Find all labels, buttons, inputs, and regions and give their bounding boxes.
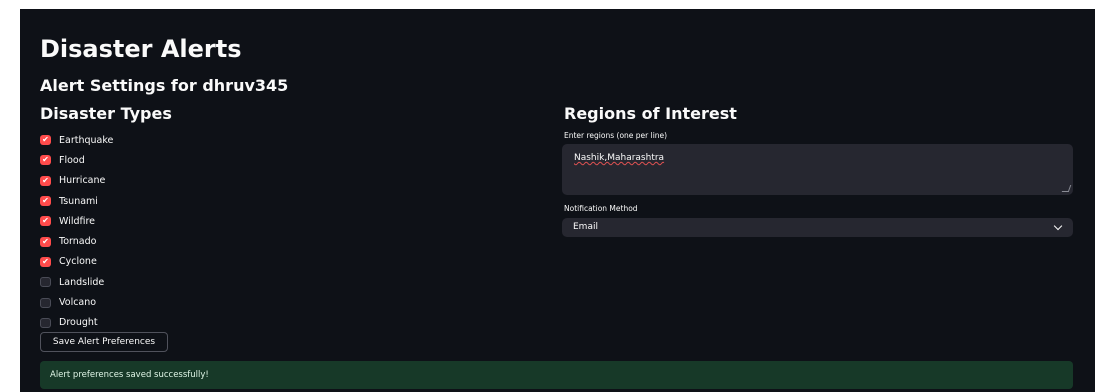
- chevron-down-icon: [1053, 221, 1063, 231]
- checkbox-volcano[interactable]: Volcano: [40, 292, 113, 312]
- checkbox-hurricane[interactable]: ✔ Hurricane: [40, 171, 113, 191]
- checkbox-label: Tornado: [59, 236, 97, 248]
- checkbox-checked-icon: ✔: [40, 175, 51, 186]
- checkbox-label: Cyclone: [59, 256, 97, 268]
- checkbox-label: Tsunami: [59, 195, 98, 207]
- checkbox-tornado[interactable]: ✔ Tornado: [40, 231, 113, 251]
- disaster-types-heading: Disaster Types: [40, 104, 172, 123]
- regions-textarea[interactable]: Nashik,Maharashtra: [562, 144, 1073, 195]
- checkbox-landslide[interactable]: Landslide: [40, 272, 113, 292]
- checkbox-label: Flood: [59, 154, 85, 166]
- save-alert-preferences-button[interactable]: Save Alert Preferences: [40, 332, 168, 352]
- checkbox-tsunami[interactable]: ✔ Tsunami: [40, 191, 113, 211]
- page-subtitle: Alert Settings for dhruv345: [40, 76, 289, 95]
- checkbox-cyclone[interactable]: ✔ Cyclone: [40, 252, 113, 272]
- checkbox-label: Volcano: [59, 297, 97, 309]
- notification-method-select[interactable]: Email: [562, 218, 1073, 237]
- checkbox-label: Earthquake: [59, 134, 114, 146]
- success-alert-message: Alert preferences saved successfully!: [50, 370, 209, 380]
- checkbox-checked-icon: ✔: [40, 216, 51, 227]
- checkbox-checked-icon: ✔: [40, 236, 51, 247]
- disaster-type-list: ✔ Earthquake ✔ Flood ✔ Hurricane ✔ Tsuna…: [40, 130, 113, 333]
- checkbox-checked-icon: ✔: [40, 135, 51, 146]
- notification-method-value: Email: [573, 222, 598, 232]
- regions-input-label: Enter regions (one per line): [564, 131, 668, 140]
- checkbox-unchecked-icon: [40, 317, 51, 328]
- checkbox-unchecked-icon: [40, 277, 51, 288]
- checkbox-label: Landslide: [59, 276, 105, 288]
- resize-handle-icon[interactable]: [1061, 185, 1072, 192]
- regions-textarea-value: Nashik,Maharashtra: [574, 153, 665, 163]
- app-container: Disaster Alerts Alert Settings for dhruv…: [20, 9, 1095, 392]
- checkbox-checked-icon: ✔: [40, 155, 51, 166]
- checkbox-label: Wildfire: [59, 215, 96, 227]
- checkbox-drought[interactable]: Drought: [40, 313, 113, 333]
- page-title: Disaster Alerts: [40, 35, 242, 63]
- checkbox-flood[interactable]: ✔ Flood: [40, 150, 113, 170]
- checkbox-checked-icon: ✔: [40, 256, 51, 267]
- checkbox-earthquake[interactable]: ✔ Earthquake: [40, 130, 113, 150]
- checkbox-unchecked-icon: [40, 297, 51, 308]
- regions-heading: Regions of Interest: [564, 104, 737, 123]
- notification-method-label: Notification Method: [564, 204, 638, 213]
- success-alert: Alert preferences saved successfully!: [40, 361, 1073, 389]
- checkbox-checked-icon: ✔: [40, 196, 51, 207]
- checkbox-label: Drought: [59, 317, 98, 329]
- checkbox-wildfire[interactable]: ✔ Wildfire: [40, 211, 113, 231]
- checkbox-label: Hurricane: [59, 175, 106, 187]
